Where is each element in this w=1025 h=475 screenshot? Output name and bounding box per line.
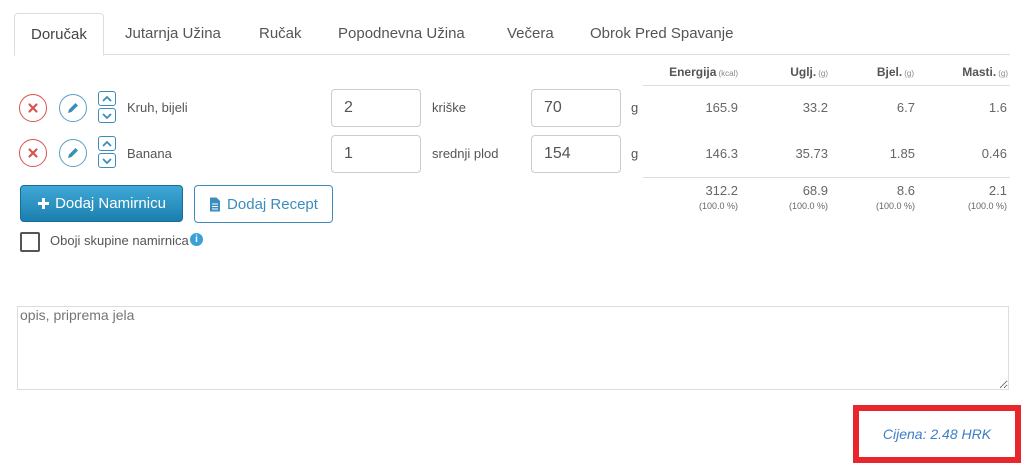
color-groups-label: Oboji skupine namirnica (50, 233, 189, 248)
close-icon (28, 148, 38, 158)
add-food-label: Dodaj Namirnicu (55, 195, 166, 212)
header-carbs-unit: (g) (818, 69, 828, 78)
move-up-button[interactable] (98, 91, 116, 106)
header-fat-label: Masti. (962, 65, 997, 79)
total-fat-percent: (100.0 %) (967, 201, 1007, 211)
header-energy-unit: (kcal) (718, 69, 738, 78)
measure-label: srednji plod (432, 146, 499, 161)
reorder-controls (98, 136, 116, 170)
total-energy: 312.2 (705, 183, 738, 198)
tab-afternoon-snack[interactable]: Popodnevna Užina (338, 13, 465, 55)
food-name: Banana (127, 146, 172, 161)
description-textarea[interactable] (17, 306, 1009, 390)
header-protein: Bjel. (g) (830, 65, 914, 79)
chevron-down-icon (102, 112, 112, 119)
tab-lunch[interactable]: Ručak (259, 13, 302, 55)
header-carbs-label: Uglj. (790, 65, 817, 79)
document-icon (210, 197, 221, 211)
total-carbs-percent: (100.0 %) (788, 201, 828, 211)
pencil-icon (68, 148, 78, 158)
carbs-value: 33.2 (802, 100, 828, 115)
move-down-button[interactable] (98, 153, 116, 168)
header-protein-unit: (g) (904, 69, 914, 78)
quantity-input[interactable]: 2 (331, 89, 421, 127)
header-carbs: Uglj. (g) (740, 65, 828, 79)
header-energy-label: Energija (669, 65, 717, 79)
chevron-up-icon (102, 140, 112, 147)
measure-label: kriške (432, 100, 466, 115)
info-icon[interactable]: i (190, 233, 203, 246)
move-down-button[interactable] (98, 108, 116, 123)
header-fat: Masti. (g) (916, 65, 1008, 79)
grams-unit: g (631, 146, 639, 161)
header-protein-label: Bjel. (876, 65, 903, 79)
add-recipe-label: Dodaj Recept (227, 195, 318, 213)
edit-button[interactable] (59, 139, 87, 167)
meal-tabs: Doručak Jutarnja Užina Ručak Popodnevna … (14, 13, 1010, 56)
quantity-input[interactable]: 1 (331, 135, 421, 173)
edit-button[interactable] (59, 94, 87, 122)
header-divider (643, 85, 1010, 86)
close-icon (28, 103, 38, 113)
protein-value: 1.85 (889, 146, 915, 161)
move-up-button[interactable] (98, 136, 116, 151)
tab-dinner[interactable]: Večera (507, 13, 554, 55)
grams-input[interactable]: 70 (531, 89, 621, 127)
chevron-up-icon (102, 95, 112, 102)
total-protein-percent: (100.0 %) (875, 201, 915, 211)
delete-button[interactable] (19, 139, 47, 167)
delete-button[interactable] (19, 94, 47, 122)
grams-unit: g (631, 100, 639, 115)
color-groups-checkbox[interactable] (20, 232, 40, 252)
total-fat: 2.1 (988, 183, 1007, 198)
tab-bedtime-meal[interactable]: Obrok Pred Spavanje (590, 13, 733, 55)
grams-input[interactable]: 154 (531, 135, 621, 173)
add-recipe-button[interactable]: Dodaj Recept (194, 185, 333, 223)
tab-breakfast[interactable]: Doručak (14, 13, 104, 56)
food-name: Kruh, bijeli (127, 100, 188, 115)
protein-value: 6.7 (896, 100, 915, 115)
totals-divider (643, 177, 1010, 178)
add-food-button[interactable]: Dodaj Namirnicu (20, 185, 183, 222)
plus-icon (38, 198, 50, 209)
total-protein: 8.6 (896, 183, 915, 198)
chevron-down-icon (102, 157, 112, 164)
total-energy-percent: (100.0 %) (698, 201, 738, 211)
tab-morning-snack[interactable]: Jutarnja Užina (125, 13, 221, 55)
header-energy: Energija (kcal) (640, 65, 738, 79)
header-fat-unit: (g) (998, 69, 1008, 78)
energy-value: 165.9 (705, 100, 738, 115)
reorder-controls (98, 91, 116, 125)
carbs-value: 35.73 (795, 146, 828, 161)
pencil-icon (68, 103, 78, 113)
total-carbs: 68.9 (802, 183, 828, 198)
fat-value: 0.46 (981, 146, 1007, 161)
price-highlight: Cijena: 2.48 HRK (853, 405, 1021, 463)
fat-value: 1.6 (988, 100, 1007, 115)
energy-value: 146.3 (705, 146, 738, 161)
price-label: Cijena: 2.48 HRK (882, 426, 992, 442)
